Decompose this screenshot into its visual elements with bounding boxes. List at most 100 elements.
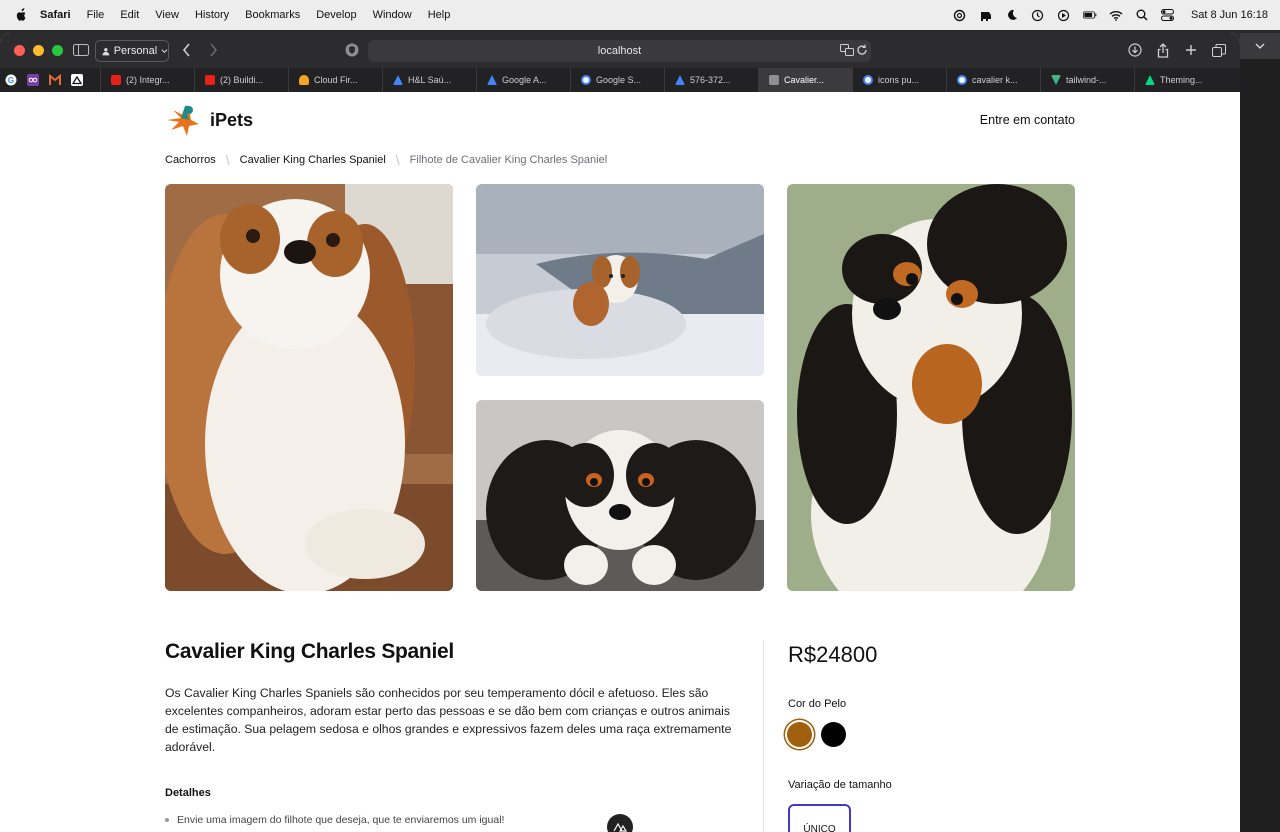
- browser-tab[interactable]: Google A...: [476, 68, 570, 92]
- menu-file[interactable]: File: [87, 9, 105, 21]
- tab-label: (2) Integr...: [126, 75, 170, 85]
- reload-icon[interactable]: [853, 41, 871, 59]
- back-button-icon[interactable]: [178, 41, 196, 59]
- browser-tab-active[interactable]: Cavalier...: [758, 68, 852, 92]
- downloads-icon[interactable]: [1126, 41, 1144, 59]
- menu-develop[interactable]: Develop: [316, 9, 356, 21]
- nuxt-icon: [613, 822, 627, 832]
- collapse-button[interactable]: [1240, 33, 1280, 59]
- profile-selector[interactable]: Personal: [95, 40, 169, 62]
- bullet-icon: [165, 818, 169, 822]
- browser-tab[interactable]: (2) Buildi...: [194, 68, 288, 92]
- browser-tab[interactable]: tailwind-...: [1040, 68, 1134, 92]
- share-icon[interactable]: [1154, 41, 1172, 59]
- size-option-button[interactable]: ÚNICO: [788, 804, 851, 832]
- control-center-icon[interactable]: [1161, 8, 1175, 22]
- tab-label: H&L Saú...: [408, 75, 452, 85]
- menu-window[interactable]: Window: [373, 9, 412, 21]
- breadcrumb-separator: \: [225, 152, 230, 168]
- menubar-clock[interactable]: Sat 8 Jun 16:18: [1191, 9, 1268, 21]
- nuxt-devtools-button[interactable]: [607, 814, 633, 832]
- menu-help[interactable]: Help: [428, 9, 451, 21]
- pinned-google-icon[interactable]: G: [0, 68, 22, 92]
- size-label: Variação de tamanho: [788, 779, 892, 791]
- youtube-icon: [205, 75, 215, 85]
- minimize-window-button[interactable]: [33, 45, 44, 56]
- sidebar-toggle-icon[interactable]: [72, 41, 90, 59]
- apple-logo-icon[interactable]: [14, 8, 28, 22]
- address-bar[interactable]: localhost: [368, 40, 871, 62]
- tab-label: tailwind-...: [1066, 75, 1107, 85]
- site-brand[interactable]: iPets: [210, 110, 253, 131]
- product-title: Cavalier King Charles Spaniel: [165, 640, 454, 663]
- menu-history[interactable]: History: [195, 9, 229, 21]
- firebase-icon: [299, 75, 309, 85]
- moon-icon[interactable]: [1005, 8, 1019, 22]
- close-window-button[interactable]: [14, 45, 25, 56]
- ipets-logo-icon[interactable]: [165, 104, 201, 138]
- google-icon: [863, 75, 873, 85]
- browser-tab[interactable]: cavalier k...: [946, 68, 1040, 92]
- window-controls: [14, 45, 63, 56]
- chatgpt-icon[interactable]: [953, 8, 967, 22]
- wifi-icon[interactable]: [1109, 8, 1123, 22]
- contact-link[interactable]: Entre em contato: [980, 113, 1075, 127]
- pinned-glasses-icon[interactable]: [22, 68, 44, 92]
- google-icon: [957, 75, 967, 85]
- person-icon: [102, 47, 110, 55]
- tab-label: Theming...: [1160, 75, 1203, 85]
- color-label: Cor do Pelo: [788, 698, 847, 710]
- browser-toolbar: Personal localhost: [0, 33, 1240, 68]
- privacy-shield-icon[interactable]: [343, 41, 361, 59]
- web-page: iPets Entre em contato Cachorros \ Caval…: [0, 92, 1240, 832]
- letter-l-icon: [769, 75, 779, 85]
- tab-label: (2) Buildi...: [220, 75, 264, 85]
- color-swatch-black[interactable]: [821, 722, 846, 747]
- new-tab-icon[interactable]: [1182, 41, 1200, 59]
- menu-app-name[interactable]: Safari: [40, 9, 71, 21]
- breadcrumb: Cachorros \ Cavalier King Charles Spanie…: [165, 152, 607, 168]
- gallery-image-tricolor-dog-lying: [476, 400, 764, 591]
- zoom-window-button[interactable]: [52, 45, 63, 56]
- browser-tab[interactable]: (2) Integr...: [100, 68, 194, 92]
- browser-tab[interactable]: Google S...: [570, 68, 664, 92]
- play-circle-icon[interactable]: [1057, 8, 1071, 22]
- tab-label: cavalier k...: [972, 75, 1018, 85]
- browser-tab[interactable]: Cloud Fir...: [288, 68, 382, 92]
- profile-name: Personal: [113, 45, 158, 57]
- time-machine-icon[interactable]: [1031, 8, 1045, 22]
- gallery-image-puppy-bed: [476, 184, 764, 376]
- color-swatch-brown[interactable]: [787, 722, 812, 747]
- browser-tab[interactable]: 576-372...: [664, 68, 758, 92]
- detail-text: Envie uma imagem do filhote que deseja, …: [177, 814, 505, 826]
- svg-text:G: G: [8, 76, 14, 85]
- size-option-label: ÚNICO: [803, 824, 836, 832]
- browser-tab[interactable]: H&L Saú...: [382, 68, 476, 92]
- breadcrumb-separator: \: [395, 152, 400, 168]
- pinned-nuxt-icon[interactable]: [66, 68, 88, 92]
- tab-label: Cavalier...: [784, 75, 825, 85]
- breadcrumb-item-breed[interactable]: Cavalier King Charles Spaniel: [240, 154, 386, 166]
- google-icon: [581, 75, 591, 85]
- google-ads-icon: [487, 75, 497, 85]
- menu-bookmarks[interactable]: Bookmarks: [245, 9, 300, 21]
- tab-label: icons pu...: [878, 75, 920, 85]
- vue-icon: [1051, 75, 1061, 85]
- forward-button-icon[interactable]: [204, 41, 222, 59]
- breadcrumb-item-dogs[interactable]: Cachorros: [165, 154, 216, 166]
- browser-tab[interactable]: icons pu...: [852, 68, 946, 92]
- gallery-image-sitting-dog: [165, 184, 453, 591]
- gallery-image-tricolor-dog-portrait: [787, 184, 1075, 591]
- tab-bar: G (2) Integr... (2) Buildi... Cloud Fir.…: [0, 68, 1240, 92]
- url-text: localhost: [597, 45, 642, 57]
- spotlight-search-icon[interactable]: [1135, 8, 1149, 22]
- menu-view[interactable]: View: [155, 9, 179, 21]
- breadcrumb-current: Filhote de Cavalier King Charles Spaniel: [409, 154, 608, 166]
- pinned-gmail-icon[interactable]: [44, 68, 66, 92]
- tab-overview-icon[interactable]: [1210, 41, 1228, 59]
- google-ads-icon: [393, 75, 403, 85]
- elephant-icon[interactable]: [979, 8, 993, 22]
- battery-icon[interactable]: [1082, 8, 1097, 22]
- menu-edit[interactable]: Edit: [120, 9, 139, 21]
- browser-tab[interactable]: Theming...: [1134, 68, 1227, 92]
